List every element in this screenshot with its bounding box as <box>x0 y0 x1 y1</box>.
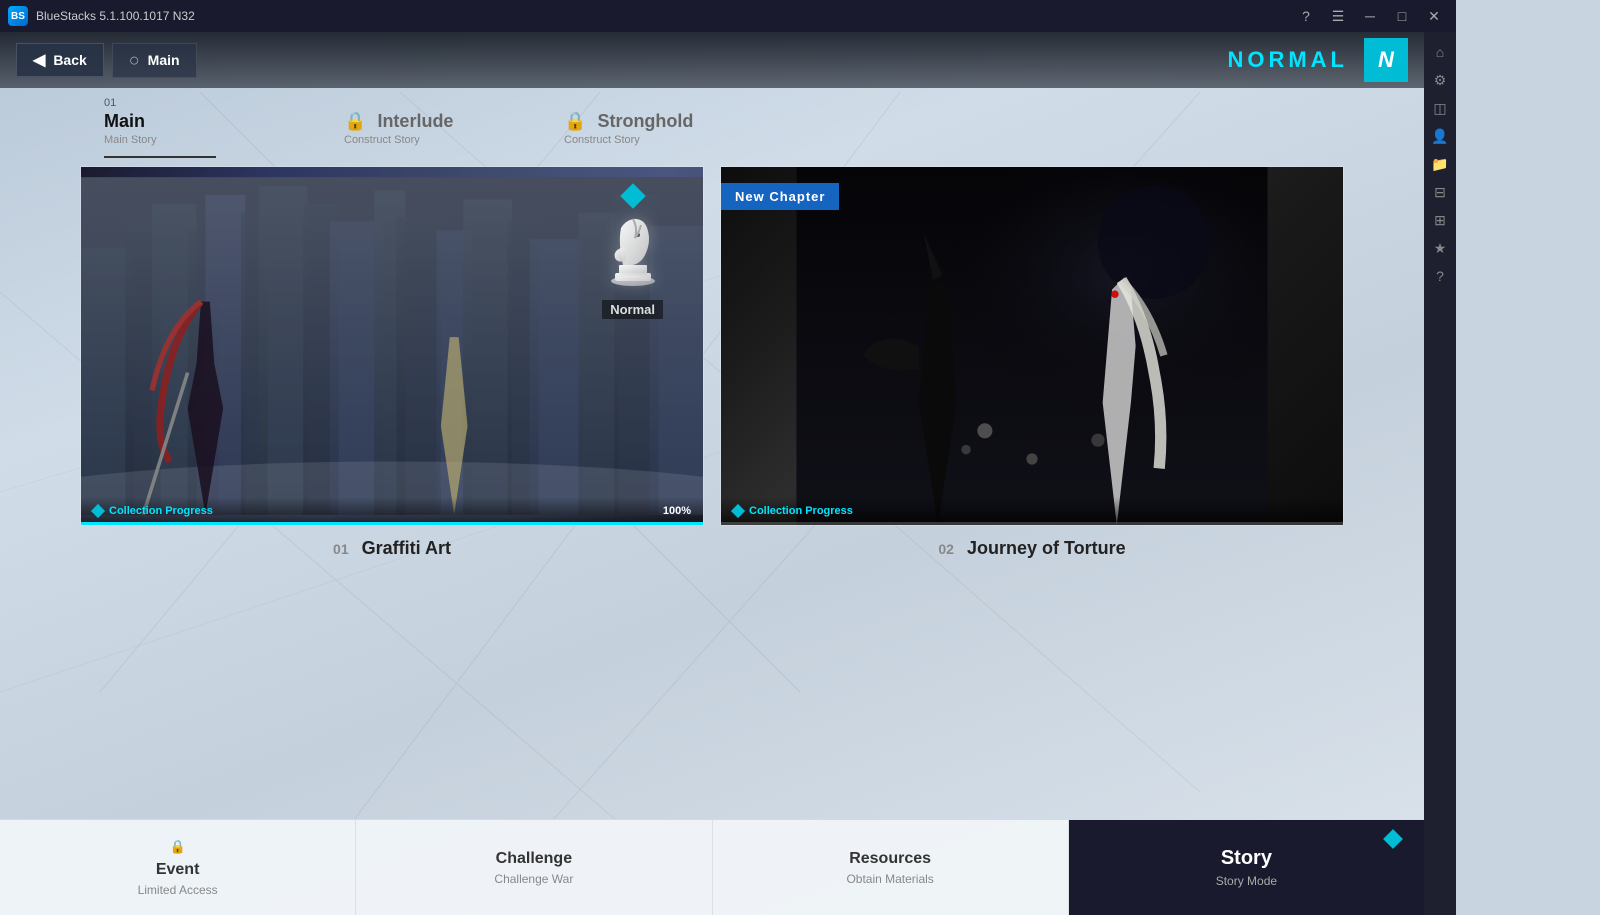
progress-diamond-icon <box>91 504 105 518</box>
tab-main[interactable]: 01 Main Main Story <box>80 89 240 158</box>
resources-sub: Obtain Materials <box>846 872 933 886</box>
chapter-1-number: 01 <box>333 541 349 557</box>
chapter-2-name: Journey of Torture <box>967 538 1126 558</box>
progress-track-ch2 <box>721 522 1343 525</box>
chapter-2-title: 02 Journey of Torture <box>720 526 1344 563</box>
sidebar-star-icon[interactable]: ★ <box>1428 236 1452 260</box>
chapter-2-image: New Chapter Collection Progress <box>720 166 1344 526</box>
tab-main-number: 01 <box>104 97 216 109</box>
chapter-card-1[interactable]: Normal Collection Progress 100% 01 Graff… <box>80 166 704 563</box>
close-button[interactable]: ✕ <box>1420 6 1448 26</box>
app-title: BlueStacks 5.1.100.1017 N32 <box>36 9 195 23</box>
story-diamond-icon <box>1383 829 1403 849</box>
titlebar: BS BlueStacks 5.1.100.1017 N32 ? ☰ ─ □ ✕ <box>0 0 1456 32</box>
progress-label-ch2: Collection Progress <box>733 505 853 517</box>
chess-normal-label: Normal <box>602 300 663 319</box>
bottom-nav-event[interactable]: 🔒 Event Limited Access <box>0 820 356 915</box>
tab-stronghold-name: 🔒 Stronghold <box>564 111 693 132</box>
progress-percent-ch1: 100% <box>663 505 691 517</box>
challenge-sub: Challenge War <box>494 872 573 886</box>
tab-main-name: Main <box>104 111 216 132</box>
menu-button[interactable]: ☰ <box>1324 6 1352 26</box>
progress-fill-ch1 <box>81 522 703 525</box>
event-label: Event <box>156 861 200 879</box>
lock-icon-interlude: 🔒 <box>344 111 366 131</box>
tab-main-sub: Main Story <box>104 134 216 146</box>
bottom-nav-resources[interactable]: Resources Obtain Materials <box>713 820 1069 915</box>
main-label: Main <box>148 52 180 68</box>
diamond-indicator <box>620 183 645 208</box>
chapter-2-bg <box>721 167 1343 525</box>
progress-diamond-icon-2 <box>731 504 745 518</box>
tab-interlude-name: 🔒 Interlude <box>344 111 456 132</box>
chapter-1-image: Normal Collection Progress 100% <box>80 166 704 526</box>
bottom-nav-challenge[interactable]: Challenge Challenge War <box>356 820 712 915</box>
ch2-backdrop <box>721 167 1343 525</box>
sidebar-layers-icon[interactable]: ◫ <box>1428 96 1452 120</box>
sidebar-folder-icon[interactable]: 📁 <box>1428 152 1452 176</box>
mode-icon: N <box>1364 38 1408 82</box>
right-sidebar: ⌂ ⚙ ◫ 👤 📁 ⊟ ⊞ ★ ? <box>1424 32 1456 915</box>
back-label: Back <box>53 52 86 68</box>
progress-bar-ch1: Collection Progress 100% <box>81 497 703 525</box>
sidebar-settings-icon[interactable]: ⚙ <box>1428 68 1452 92</box>
bottom-nav-story[interactable]: Story Story Mode <box>1069 820 1424 915</box>
sidebar-user-icon[interactable]: 👤 <box>1428 124 1452 148</box>
progress-track-ch1 <box>81 522 703 525</box>
minimize-button[interactable]: ─ <box>1356 6 1384 26</box>
progress-label-ch1: Collection Progress <box>93 505 213 517</box>
lock-icon-event: 🔒 <box>170 839 186 855</box>
app-logo: BS <box>8 6 28 26</box>
maximize-button[interactable]: □ <box>1388 6 1416 26</box>
challenge-label: Challenge <box>496 850 572 868</box>
progress-bar-ch2: Collection Progress <box>721 497 1343 525</box>
tab-interlude-sub: Construct Story <box>344 134 456 146</box>
chapter-1-name: Graffiti Art <box>362 538 451 558</box>
story-label: Story <box>1221 847 1272 870</box>
chess-piece-container: Normal <box>602 187 663 319</box>
tab-interlude[interactable]: 🔒 Interlude Construct Story <box>320 103 480 158</box>
content-area: Normal Collection Progress 100% 01 Graff… <box>0 158 1424 819</box>
chapter-1-title: 01 Graffiti Art <box>80 526 704 563</box>
lock-icon-stronghold: 🔒 <box>564 111 586 131</box>
sidebar-help-icon[interactable]: ? <box>1428 264 1452 288</box>
top-nav: ◀ Back ○ Main NORMAL N <box>0 32 1424 88</box>
chapter-tabs: 01 Main Main Story 🔒 Interlude Construct… <box>0 88 1424 158</box>
resources-label: Resources <box>849 850 931 868</box>
sidebar-sliders-icon[interactable]: ⊟ <box>1428 180 1452 204</box>
event-sub: Limited Access <box>138 883 218 897</box>
game-area: ◀ Back ○ Main NORMAL N 01 Main Main Stor… <box>0 32 1424 915</box>
new-chapter-badge: New Chapter <box>721 183 839 210</box>
mode-label: NORMAL <box>1227 47 1348 73</box>
bottom-nav: 🔒 Event Limited Access Challenge Challen… <box>0 819 1424 915</box>
tab-stronghold[interactable]: 🔒 Stronghold Construct Story <box>540 103 717 158</box>
main-button[interactable]: ○ Main <box>112 43 197 78</box>
sidebar-grid-icon[interactable]: ⊞ <box>1428 208 1452 232</box>
help-button[interactable]: ? <box>1292 6 1320 26</box>
circle-icon: ○ <box>129 50 140 71</box>
nav-right: NORMAL N <box>1227 38 1408 82</box>
story-sub: Story Mode <box>1216 874 1277 888</box>
tab-stronghold-sub: Construct Story <box>564 134 693 146</box>
chess-piece-icon <box>603 213 663 288</box>
back-arrow-icon: ◀ <box>33 50 45 70</box>
chapter-card-2[interactable]: New Chapter Collection Progress 02 Journ… <box>720 166 1344 563</box>
back-button[interactable]: ◀ Back <box>16 43 104 77</box>
window-controls: ? ☰ ─ □ ✕ <box>1292 6 1448 26</box>
chapter-2-number: 02 <box>938 541 954 557</box>
sidebar-home-icon[interactable]: ⌂ <box>1428 40 1452 64</box>
